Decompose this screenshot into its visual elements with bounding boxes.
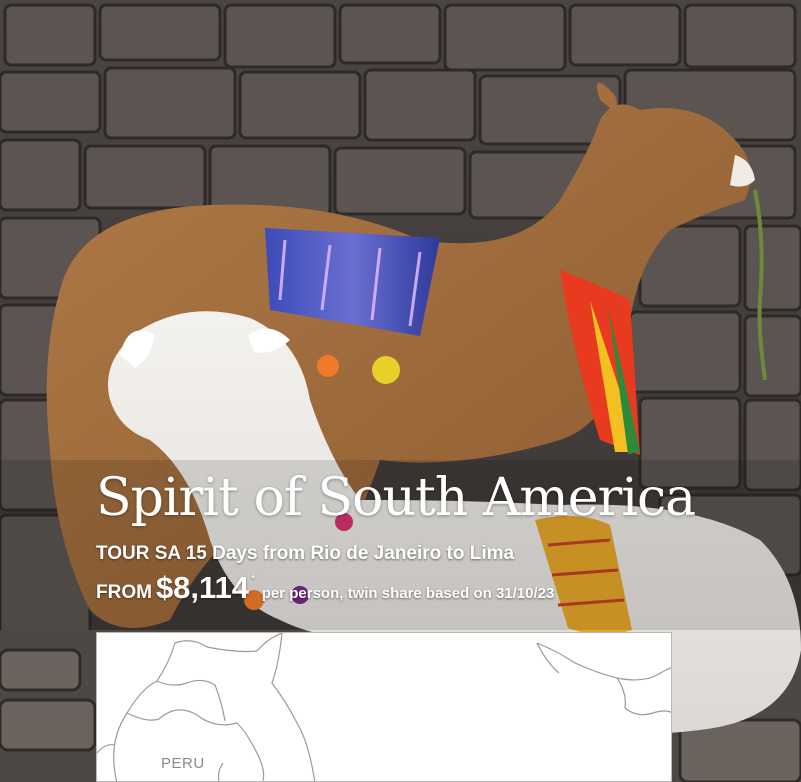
price-footnote-marker: * [251,572,256,586]
route-map: PERU [96,632,672,782]
map-label-peru: PERU [161,755,205,772]
tour-code-duration: TOUR SA 15 Days from Rio de Janeiro to L… [96,543,515,564]
tour-price: $8,114 [155,570,250,605]
price-prefix: FROM [96,582,152,603]
tour-title: Spirit of South America [96,468,696,528]
price-terms: per person, twin share based on 31/10/23 [261,585,555,602]
price-line: FROM $8,114 * per person, twin share based … [96,570,554,606]
